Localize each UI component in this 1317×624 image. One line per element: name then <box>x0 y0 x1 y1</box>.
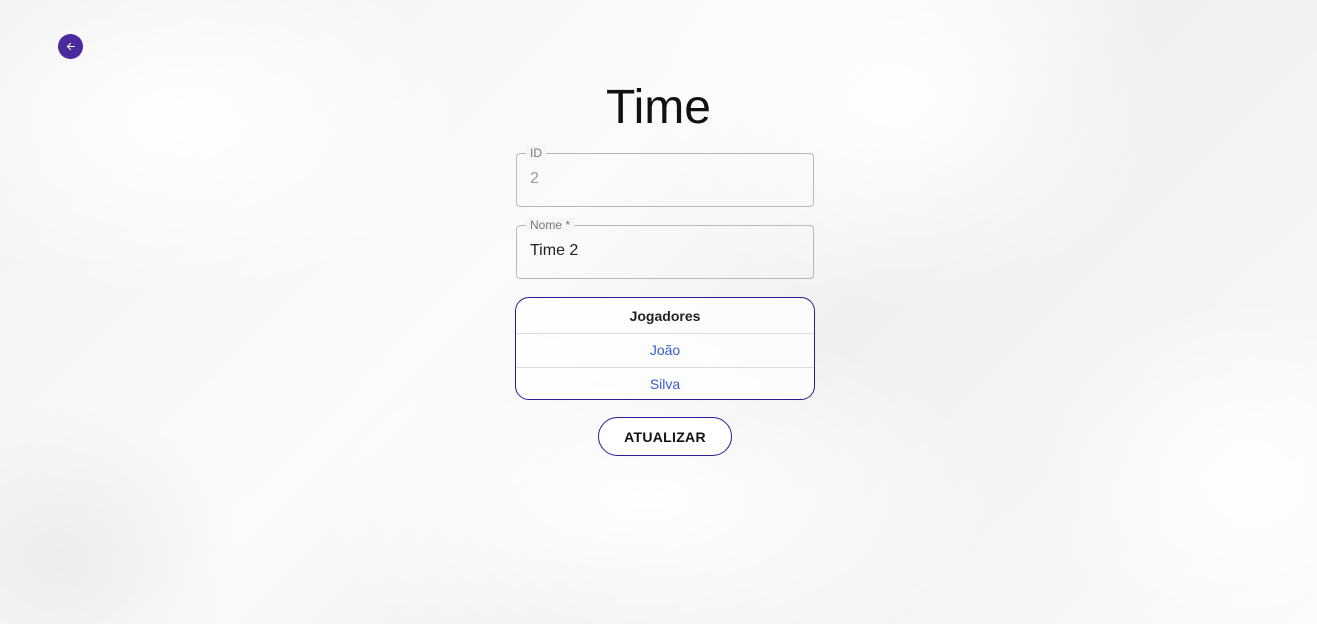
id-input <box>530 170 800 188</box>
player-item-silva[interactable]: Silva <box>516 367 814 399</box>
arrow-left-icon <box>66 42 75 51</box>
player-item-joao[interactable]: João <box>516 334 814 367</box>
id-field: ID <box>516 146 814 207</box>
name-field[interactable]: Nome * <box>516 218 814 279</box>
name-input[interactable] <box>530 242 800 260</box>
back-button[interactable] <box>58 34 83 59</box>
page-background: Time ID Nome * Jogadores João Silva ATUA… <box>0 0 1317 624</box>
page-title: Time <box>606 81 711 134</box>
players-header: Jogadores <box>516 298 814 334</box>
name-field-label: Nome * <box>526 218 575 232</box>
players-list: Jogadores João Silva <box>515 297 815 400</box>
update-button[interactable]: ATUALIZAR <box>598 417 732 456</box>
id-field-label: ID <box>526 146 546 160</box>
